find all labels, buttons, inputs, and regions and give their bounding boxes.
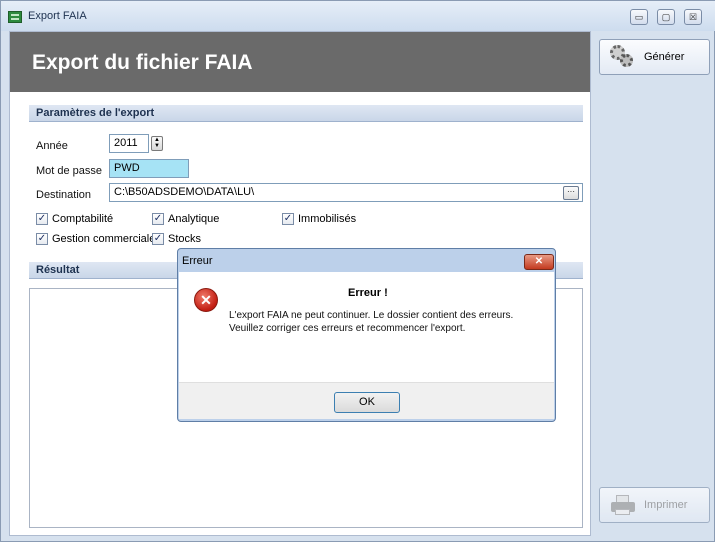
checkbox-stocks[interactable]: ✓ Stocks: [152, 233, 201, 245]
year-field[interactable]: 2011: [109, 134, 149, 153]
generate-button[interactable]: Générer: [599, 39, 710, 75]
browse-button[interactable]: ···: [563, 186, 579, 200]
destination-field[interactable]: C:\B50ADSDEMO\DATA\LU\: [109, 183, 583, 202]
ok-button[interactable]: OK: [334, 392, 400, 413]
minimize-button[interactable]: ▭: [630, 9, 648, 25]
checkbox-check-icon: ✓: [36, 213, 48, 225]
checkbox-analytique[interactable]: ✓ Analytique: [152, 213, 219, 225]
password-label: Mot de passe: [36, 165, 103, 177]
checkbox-label: Analytique: [168, 213, 220, 225]
printer-icon: [610, 494, 636, 516]
gears-icon: [610, 45, 636, 69]
checkbox-check-icon: ✓: [152, 213, 164, 225]
error-icon: ✕: [194, 288, 218, 312]
checkbox-immobilises[interactable]: ✓ Immobilisés: [282, 213, 356, 225]
checkbox-label: Comptabilité: [52, 213, 114, 225]
checkbox-check-icon: ✓: [36, 233, 48, 245]
page-title: Export du fichier FAIA: [32, 51, 253, 74]
password-field[interactable]: PWD: [109, 159, 189, 178]
dialog-footer: OK: [179, 382, 554, 419]
generate-button-label: Générer: [644, 51, 685, 63]
dialog-body: ✕ Erreur ! L'export FAIA ne peut continu…: [179, 272, 554, 382]
print-button-label: Imprimer: [644, 499, 688, 511]
dialog-message-line2: Veuillez corriger ces erreurs et recomme…: [229, 323, 466, 334]
checkbox-label: Gestion commerciale: [52, 233, 156, 245]
checkbox-label: Immobilisés: [298, 213, 357, 225]
dialog-title: Erreur: [182, 255, 213, 267]
checkbox-gestion-commerciale[interactable]: ✓ Gestion commerciale: [36, 233, 155, 245]
params-section-title: Paramètres de l'export: [36, 107, 155, 119]
error-dialog: Erreur ✕ ✕ Erreur ! L'export FAIA ne peu…: [177, 248, 556, 422]
dialog-close-button[interactable]: ✕: [524, 254, 554, 270]
checkbox-check-icon: ✓: [152, 233, 164, 245]
print-button[interactable]: Imprimer: [599, 487, 710, 523]
app-icon: [8, 11, 22, 23]
checkbox-label: Stocks: [168, 233, 202, 245]
maximize-button[interactable]: ▢: [657, 9, 675, 25]
result-section-title: Résultat: [36, 264, 80, 276]
title-bar: Export FAIA ▭ ▢ ☒: [1, 1, 715, 31]
checkbox-comptabilite[interactable]: ✓ Comptabilité: [36, 213, 113, 225]
window-title: Export FAIA: [28, 10, 87, 22]
dialog-heading: Erreur !: [348, 287, 388, 299]
checkbox-check-icon: ✓: [282, 213, 294, 225]
year-label: Année: [36, 140, 68, 152]
year-spinner[interactable]: ▲ ▼: [151, 136, 163, 151]
header-band: Export du fichier FAIA: [10, 32, 590, 92]
close-button[interactable]: ☒: [684, 9, 702, 25]
dialog-message-line1: L'export FAIA ne peut continuer. Le doss…: [229, 310, 514, 321]
destination-label: Destination: [36, 189, 92, 201]
params-section-header: Paramètres de l'export: [29, 105, 583, 122]
